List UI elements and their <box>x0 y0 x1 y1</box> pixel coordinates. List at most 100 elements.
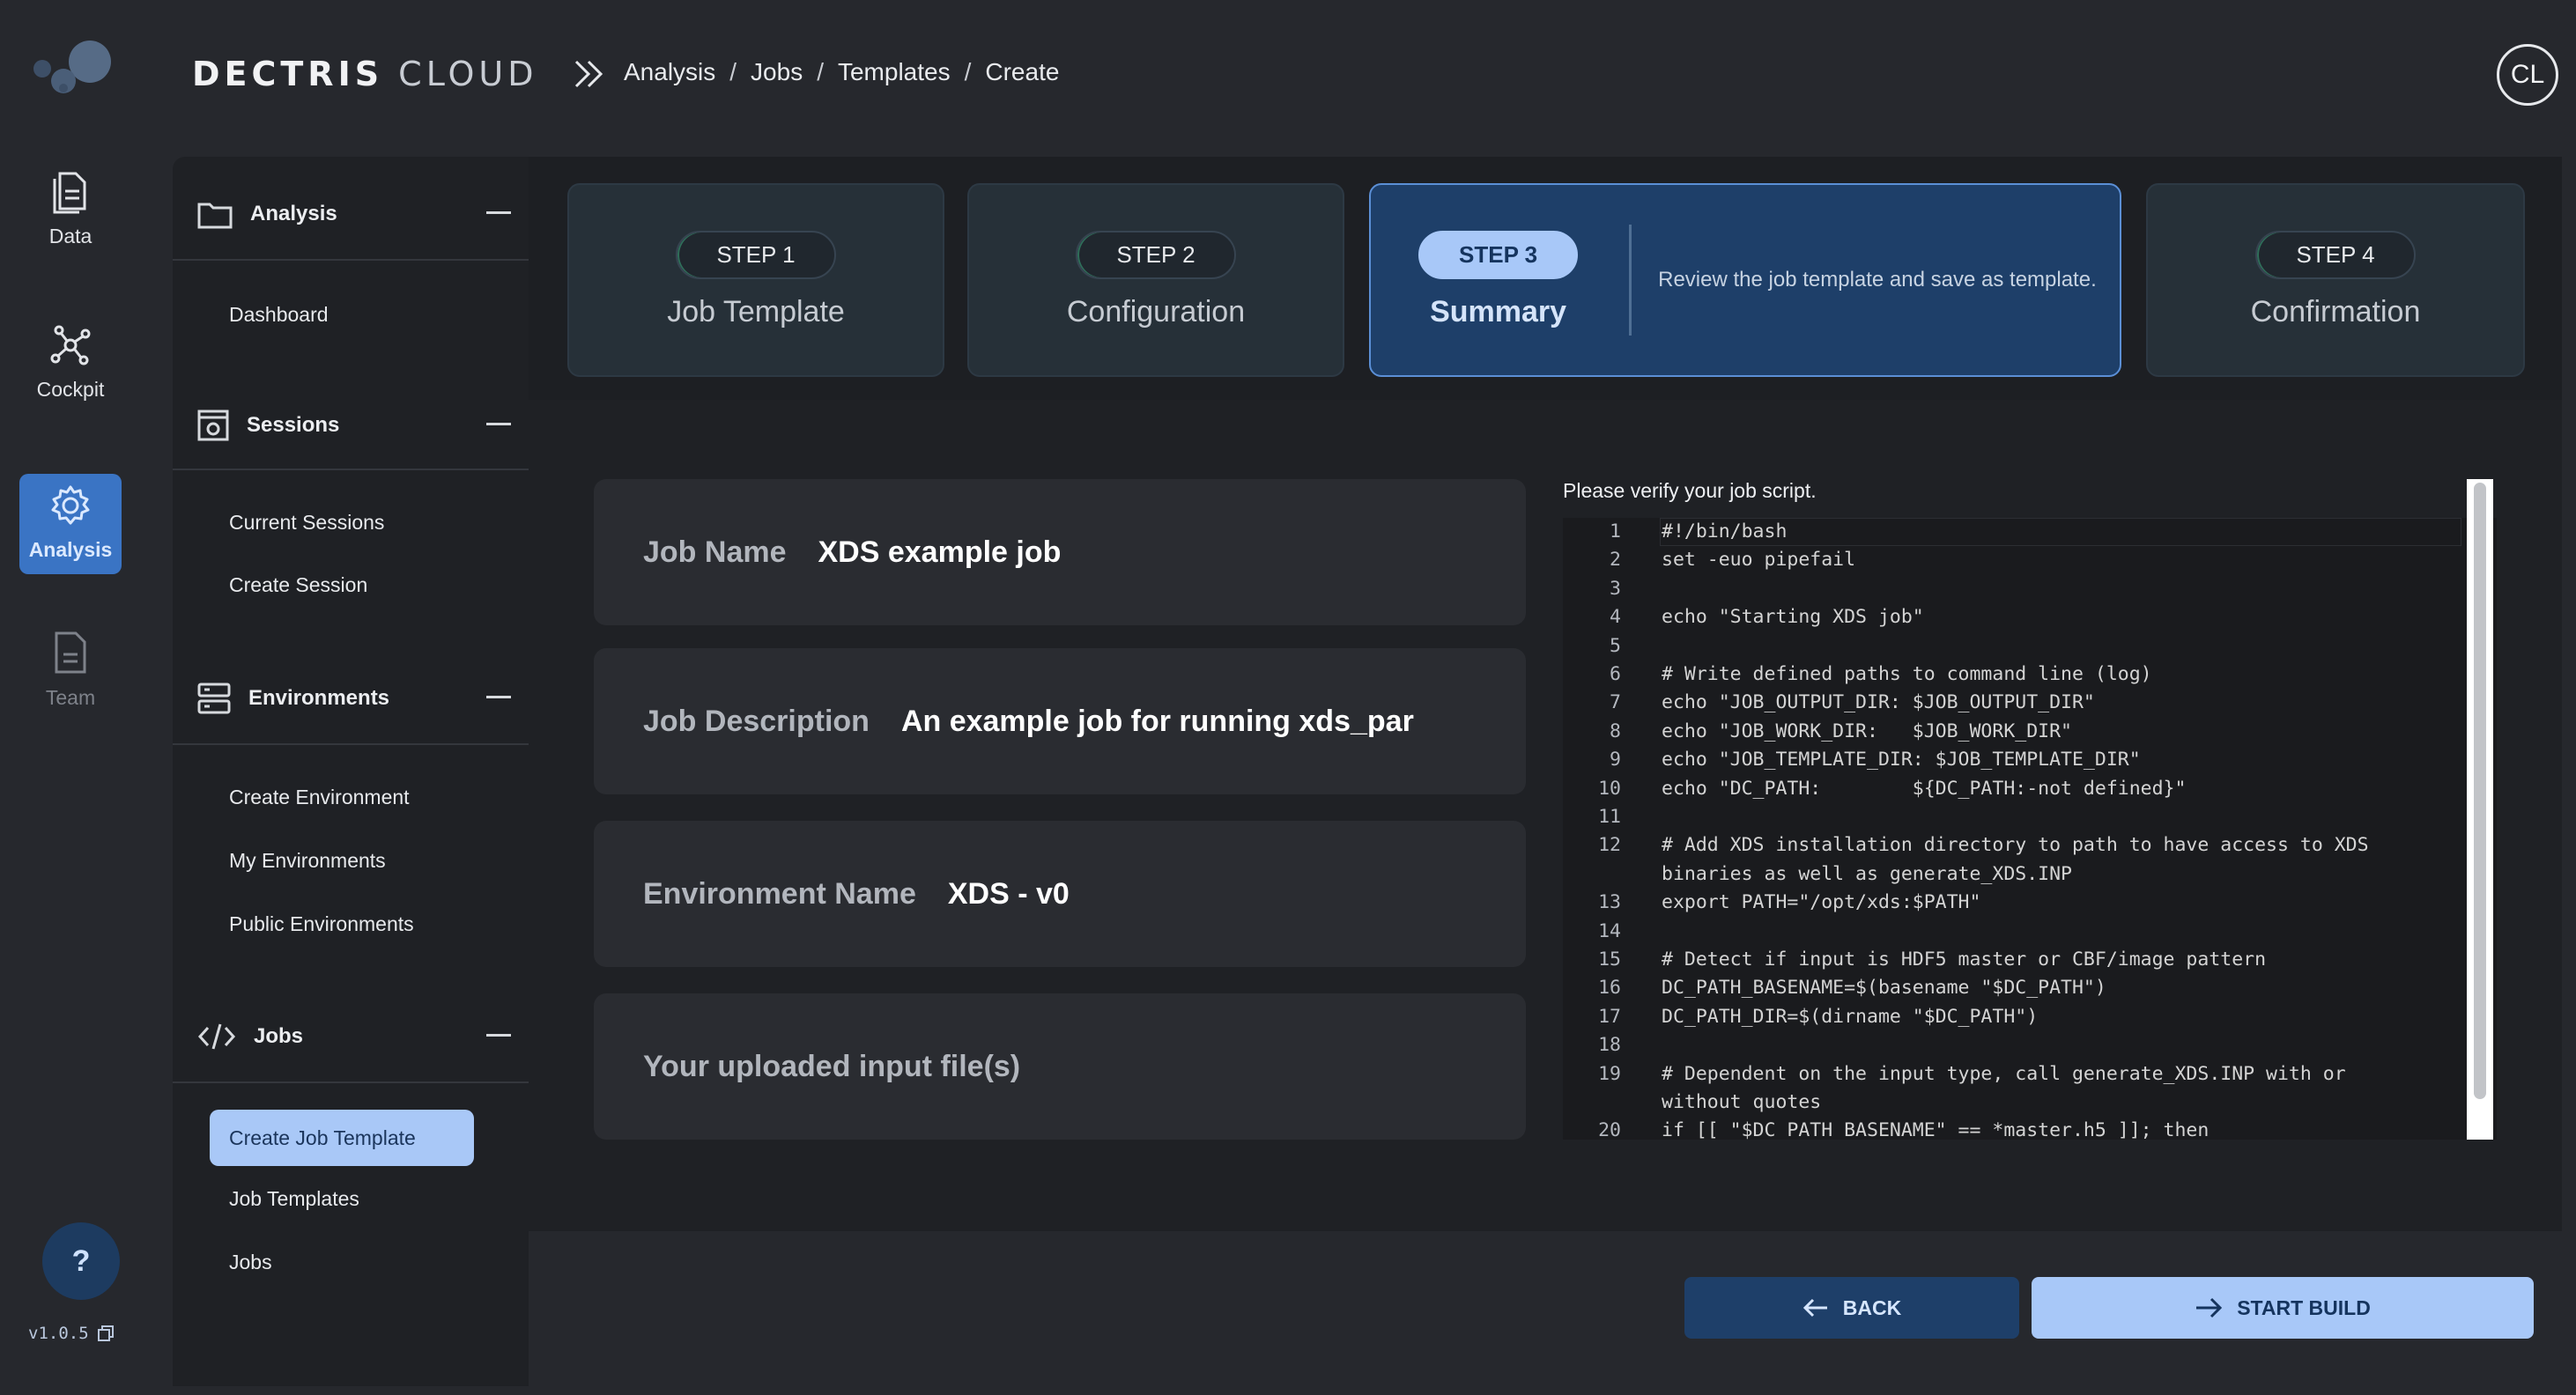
back-button[interactable]: BACK <box>1684 1277 2019 1339</box>
divider <box>173 259 529 261</box>
line-number: 10 <box>1598 777 1621 800</box>
section-header-sessions[interactable]: Sessions <box>197 403 511 447</box>
rail-item-cockpit[interactable]: Cockpit <box>19 314 122 414</box>
code-line: 4 echo "Starting XDS job" <box>1563 603 2470 631</box>
line-text: echo "JOB_WORK_DIR: $JOB_WORK_DIR" <box>1662 720 2072 742</box>
user-avatar[interactable]: CL <box>2497 44 2558 106</box>
nav-create-environment[interactable]: Create Environment <box>229 786 410 809</box>
section-header-environments[interactable]: Environments <box>197 676 511 720</box>
code-line: 3 <box>1563 575 2470 603</box>
line-text: # Add XDS installation directory to path… <box>1662 834 2369 857</box>
start-build-button-label: START BUILD <box>2237 1295 2371 1319</box>
job-name-label: Job Name <box>643 535 787 569</box>
line-text: # Dependent on the input type, call gene… <box>1662 1062 2346 1085</box>
step-label: Configuration <box>1066 295 1246 328</box>
section-header-analysis[interactable]: Analysis <box>197 192 511 236</box>
environment-card: Environment Name XDS - v0 <box>594 821 1526 967</box>
line-text: echo "DC_PATH: ${DC_PATH:-not defined}" <box>1662 777 2187 800</box>
back-button-label: BACK <box>1842 1295 1902 1319</box>
breadcrumb-create: Create <box>985 58 1060 85</box>
version-label: v1.0.5 <box>28 1324 89 1343</box>
start-build-button[interactable]: START BUILD <box>2032 1277 2534 1339</box>
nav-my-environments[interactable]: My Environments <box>229 849 386 873</box>
section-header-jobs[interactable]: Jobs <box>197 1015 511 1059</box>
line-number: 19 <box>1598 1062 1621 1085</box>
page-scrollbar[interactable] <box>2467 479 2493 1140</box>
code-line: 16 DC_PATH_BASENAME=$(basename "$DC_PATH"… <box>1563 974 2470 1002</box>
collapse-icon[interactable] <box>486 211 511 214</box>
line-number: 15 <box>1598 948 1621 971</box>
step-tag: STEP 2 <box>1076 231 1236 279</box>
collapse-icon[interactable] <box>486 423 511 425</box>
line-number: 17 <box>1598 1005 1621 1028</box>
code-line: 5 <box>1563 632 2470 661</box>
step-4[interactable]: STEP 4 Confirmation <box>2146 183 2525 377</box>
server-icon <box>197 683 231 714</box>
nav-create-session[interactable]: Create Session <box>229 573 367 597</box>
rail-item-team[interactable]: Team <box>19 622 122 722</box>
line-text: binaries as well as generate_XDS.INP <box>1662 862 2072 885</box>
code-line: 13 export PATH="/opt/xds:$PATH" <box>1563 889 2470 917</box>
code-line: 7 echo "JOB_OUTPUT_DIR: $JOB_OUTPUT_DIR" <box>1563 689 2470 717</box>
brand-name-secondary: CLOUD <box>398 55 538 93</box>
line-number: 20 <box>1598 1119 1621 1140</box>
code-line: 14 <box>1563 918 2470 946</box>
rail-label: Analysis <box>28 538 113 561</box>
rail-item-data[interactable]: Data <box>19 160 122 261</box>
step-label: Confirmation <box>2250 295 2421 328</box>
rail-label: Team <box>45 686 96 709</box>
line-number: 6 <box>1610 663 1621 685</box>
double-chevron-right-icon[interactable] <box>573 58 608 90</box>
code-line: 20 if [[ "$DC_PATH_BASENAME" == *master.h… <box>1563 1117 2470 1140</box>
input-files-label: Your uploaded input file(s) <box>643 1049 1021 1083</box>
nav-public-environments[interactable]: Public Environments <box>229 912 414 936</box>
main-content: STEP 1 Job Template STEP 2 Configuration… <box>529 157 2562 1386</box>
line-number <box>1563 860 1621 889</box>
nav-create-job-template[interactable]: Create Job Template <box>210 1110 474 1166</box>
step-tag: STEP 1 <box>676 231 836 279</box>
help-button[interactable]: ? <box>42 1222 120 1300</box>
section-title: Analysis <box>250 202 337 225</box>
nav-dashboard[interactable]: Dashboard <box>229 303 329 327</box>
line-number: 3 <box>1610 577 1621 600</box>
brand-logo[interactable]: DECTRIS CLOUD <box>192 55 538 93</box>
copy-icon[interactable] <box>97 1325 114 1341</box>
nav-current-sessions[interactable]: Current Sessions <box>229 511 384 535</box>
line-text: # Detect if input is HDF5 master or CBF/… <box>1662 948 2267 971</box>
session-icon <box>197 410 229 441</box>
step-3-active[interactable]: STEP 3 Summary Review the job template a… <box>1369 183 2121 377</box>
nav-jobs[interactable]: Jobs <box>229 1251 272 1274</box>
scrollbar-thumb[interactable] <box>2474 483 2486 1099</box>
line-text: export PATH="/opt/xds:$PATH" <box>1662 891 1981 914</box>
collapse-icon[interactable] <box>486 696 511 698</box>
step-2[interactable]: STEP 2 Configuration <box>967 183 1344 377</box>
line-number: 2 <box>1610 549 1621 572</box>
section-title: Environments <box>248 686 390 710</box>
rail-item-analysis[interactable]: Analysis <box>19 474 122 574</box>
line-number: 13 <box>1598 891 1621 914</box>
rail-label: Data <box>48 225 93 247</box>
step-1[interactable]: STEP 1 Job Template <box>567 183 944 377</box>
line-text: echo "JOB_OUTPUT_DIR: $JOB_OUTPUT_DIR" <box>1662 691 2095 714</box>
step-tag: STEP 4 <box>2255 231 2416 279</box>
input-files-card: Your uploaded input file(s) <box>594 993 1526 1140</box>
line-number: 18 <box>1598 1034 1621 1057</box>
code-line: 2 set -euo pipefail <box>1563 546 2470 574</box>
divider <box>173 1081 529 1083</box>
line-text: DC_PATH_BASENAME=$(basename "$DC_PATH") <box>1662 977 2106 1000</box>
brand-name-primary: DECTRIS <box>192 55 384 93</box>
nav-job-templates[interactable]: Job Templates <box>229 1187 359 1211</box>
job-script-editor[interactable]: 1 #!/bin/bash 2 set -euo pipefail 3 4 echo "St… <box>1563 518 2497 1140</box>
code-line: 17 DC_PATH_DIR=$(dirname "$DC_PATH") <box>1563 1003 2470 1031</box>
collapse-icon[interactable] <box>486 1034 511 1037</box>
stepper: STEP 1 Job Template STEP 2 Configuration… <box>529 157 2562 400</box>
code-line: 18 <box>1563 1031 2470 1059</box>
line-text: set -euo pipefail <box>1662 549 1856 572</box>
breadcrumb-templates[interactable]: Templates <box>838 58 951 86</box>
environment-label: Environment Name <box>643 876 916 911</box>
step-divider <box>1629 225 1632 336</box>
job-description-value: An example job for running xds_par <box>900 704 1414 738</box>
breadcrumb-jobs[interactable]: Jobs <box>751 58 803 86</box>
line-text: # Write defined paths to command line (l… <box>1662 663 2152 685</box>
breadcrumb-analysis[interactable]: Analysis <box>624 58 715 86</box>
